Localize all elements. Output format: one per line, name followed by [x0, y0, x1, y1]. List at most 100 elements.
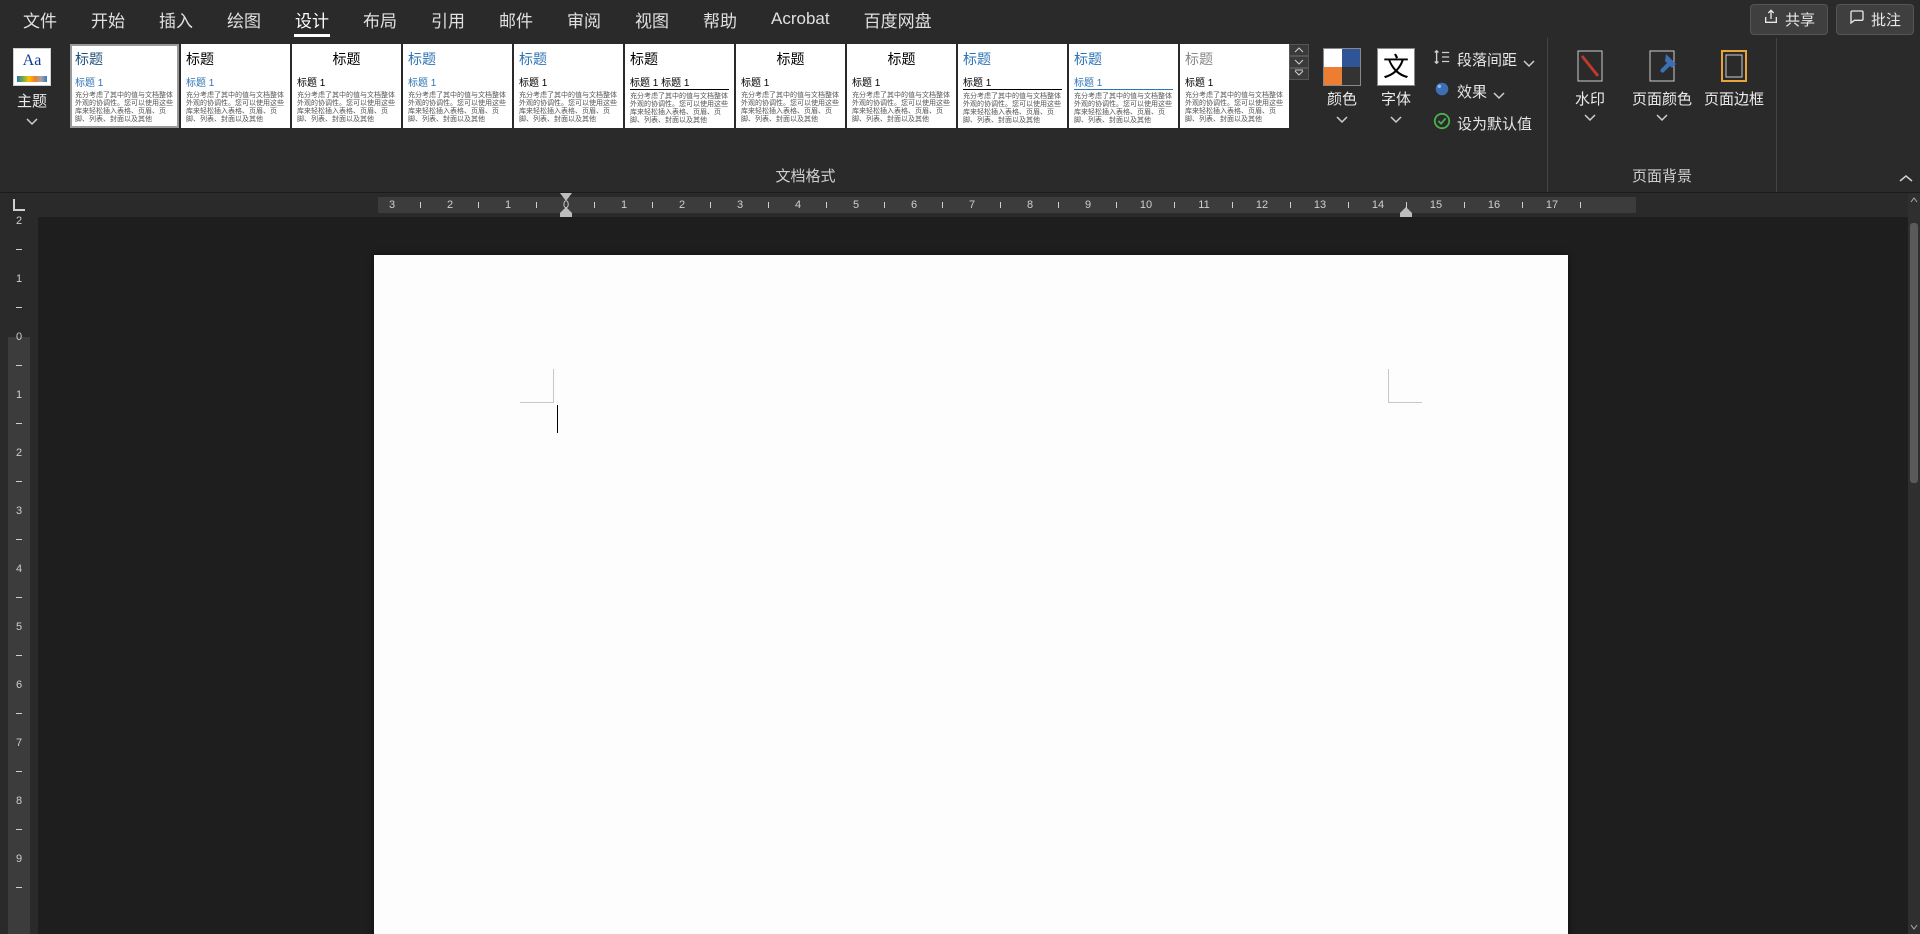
colors-icon	[1323, 48, 1361, 86]
v-ruler-tick	[0, 365, 38, 366]
chevron-down-icon	[1390, 111, 1402, 119]
h-ruler-tick	[942, 193, 943, 217]
h-ruler-tick	[536, 193, 537, 217]
v-ruler-number: 4	[0, 563, 38, 575]
document-area[interactable]	[38, 217, 1908, 934]
v-ruler-number: 3	[0, 505, 38, 517]
fonts-icon: 文	[1377, 48, 1415, 86]
chevron-down-icon	[26, 113, 38, 121]
style-set-3[interactable]: 标题标题 1充分考虑了其中的值与文档整体外观的协调性。您可以使用这些库来轻松插入…	[403, 44, 512, 128]
menu-file[interactable]: 文件	[6, 0, 74, 39]
menu-mail[interactable]: 邮件	[482, 0, 550, 39]
paragraph-spacing-label: 段落间距	[1457, 49, 1517, 70]
main-menu-bar: 文件 开始 插入 绘图 设计 布局 引用 邮件 审阅 视图 帮助 Acrobat…	[0, 0, 1920, 38]
watermark-button[interactable]: 水印	[1554, 44, 1626, 117]
h-ruler-tick	[884, 193, 885, 217]
effects-button[interactable]: 效果	[1427, 76, 1541, 106]
v-ruler-number: 7	[0, 737, 38, 749]
v-ruler-number: 5	[0, 621, 38, 633]
menu-home[interactable]: 开始	[74, 0, 142, 39]
style-set-7[interactable]: 标题标题 1充分考虑了其中的值与文档整体外观的协调性。您可以使用这些库来轻松插入…	[847, 44, 956, 128]
page-border-button[interactable]: 页面边框	[1698, 44, 1770, 109]
h-ruler-tick	[1174, 193, 1175, 217]
h-ruler-tick	[826, 193, 827, 217]
gallery-row-down[interactable]	[1289, 56, 1309, 68]
chevron-down-icon	[1523, 55, 1535, 63]
h-ruler-tick	[710, 193, 711, 217]
v-ruler-number: 2	[0, 215, 38, 227]
scrollbar-thumb[interactable]	[1910, 223, 1918, 483]
menu-design[interactable]: 设计	[278, 0, 346, 39]
style-set-9[interactable]: 标题标题 1充分考虑了其中的值与文档整体外观的协调性。您可以使用这些库来轻松插入…	[1069, 44, 1178, 128]
v-ruler-number: 1	[0, 389, 38, 401]
colors-label: 颜色	[1327, 88, 1357, 109]
h-ruler-tick	[652, 193, 653, 217]
style-set-8[interactable]: 标题标题 1充分考虑了其中的值与文档整体外观的协调性。您可以使用这些库来轻松插入…	[958, 44, 1067, 128]
gallery-row-up[interactable]	[1289, 44, 1309, 56]
h-ruler-number: 11	[1198, 193, 1210, 217]
style-set-1[interactable]: 标题标题 1充分考虑了其中的值与文档整体外观的协调性。您可以使用这些库来轻松插入…	[181, 44, 290, 128]
style-set-6[interactable]: 标题标题 1充分考虑了其中的值与文档整体外观的协调性。您可以使用这些库来轻松插入…	[736, 44, 845, 128]
h-ruler-number: 15	[1430, 193, 1442, 217]
gallery-more-button[interactable]	[1289, 68, 1309, 80]
menu-acrobat[interactable]: Acrobat	[754, 2, 847, 36]
colors-button[interactable]: 颜色	[1317, 44, 1367, 119]
h-ruler-number: 6	[908, 193, 920, 217]
v-ruler-tick	[0, 655, 38, 656]
horizontal-ruler[interactable]: 32101234567891011121314151617	[38, 193, 1908, 217]
h-ruler-number: 0	[560, 193, 572, 217]
chevron-down-icon	[1584, 109, 1596, 117]
fonts-button[interactable]: 文 字体	[1371, 44, 1421, 119]
h-ruler-number: 10	[1140, 193, 1152, 217]
v-ruler-number: 1	[0, 273, 38, 285]
page-color-button[interactable]: 页面颜色	[1626, 44, 1698, 117]
scroll-up-button[interactable]	[1908, 193, 1920, 207]
share-button[interactable]: 共享	[1750, 4, 1828, 35]
style-set-2[interactable]: 标题标题 1充分考虑了其中的值与文档整体外观的协调性。您可以使用这些库来轻松插入…	[292, 44, 401, 128]
h-ruler-number: 16	[1488, 193, 1500, 217]
group-docformat-label: 文档格式	[776, 165, 836, 190]
paragraph-spacing-button[interactable]: 段落间距	[1427, 44, 1541, 74]
style-set-10[interactable]: 标题标题 1充分考虑了其中的值与文档整体外观的协调性。您可以使用这些库来轻松插入…	[1180, 44, 1289, 128]
comment-button[interactable]: 批注	[1836, 4, 1914, 35]
style-set-4[interactable]: 标题标题 1充分考虑了其中的值与文档整体外观的协调性。您可以使用这些库来轻松插入…	[514, 44, 623, 128]
menu-layout[interactable]: 布局	[346, 0, 414, 39]
h-ruler-tick	[1348, 193, 1349, 217]
style-set-5[interactable]: 标题标题 1 标题 1充分考虑了其中的值与文档整体外观的协调性。您可以使用这些库…	[625, 44, 734, 128]
set-default-label: 设为默认值	[1457, 113, 1532, 134]
menu-draw[interactable]: 绘图	[210, 0, 278, 39]
v-ruler-tick	[0, 771, 38, 772]
style-gallery-spinner	[1289, 44, 1309, 80]
menu-references[interactable]: 引用	[414, 0, 482, 39]
tab-stop-selector[interactable]	[0, 193, 38, 217]
v-ruler-number: 2	[0, 447, 38, 459]
v-ruler-tick	[0, 713, 38, 714]
v-ruler-tick	[0, 481, 38, 482]
theme-button[interactable]: 主题	[6, 44, 58, 121]
effects-label: 效果	[1457, 81, 1487, 102]
margin-corner-top-right	[1388, 369, 1422, 403]
vertical-scrollbar[interactable]	[1908, 193, 1920, 934]
group-pagebg-label: 页面背景	[1632, 165, 1692, 190]
ribbon: 主题 标题标题 1充分考虑了其中的值与文档整体外观的协调性。您可以使用这些库来轻…	[0, 38, 1920, 193]
h-ruler-number: 4	[792, 193, 804, 217]
set-default-button[interactable]: 设为默认值	[1427, 108, 1541, 138]
share-icon	[1763, 9, 1779, 29]
h-ruler-tick	[768, 193, 769, 217]
v-ruler-tick	[0, 887, 38, 888]
menu-baidu[interactable]: 百度网盘	[847, 0, 949, 39]
page[interactable]	[374, 255, 1568, 934]
collapse-ribbon-button[interactable]	[1892, 38, 1920, 192]
menu-insert[interactable]: 插入	[142, 0, 210, 39]
menu-view[interactable]: 视图	[618, 0, 686, 39]
scroll-down-button[interactable]	[1908, 920, 1920, 934]
menu-help[interactable]: 帮助	[686, 0, 754, 39]
h-ruler-tick	[1290, 193, 1291, 217]
theme-icon	[13, 48, 51, 86]
text-cursor	[557, 405, 558, 433]
style-set-0[interactable]: 标题标题 1充分考虑了其中的值与文档整体外观的协调性。您可以使用这些库来轻松插入…	[70, 44, 179, 128]
vertical-ruler[interactable]: 210123456789	[0, 217, 38, 934]
menu-review[interactable]: 审阅	[550, 0, 618, 39]
h-ruler-number: 14	[1372, 193, 1384, 217]
tab-left-icon	[13, 199, 25, 211]
